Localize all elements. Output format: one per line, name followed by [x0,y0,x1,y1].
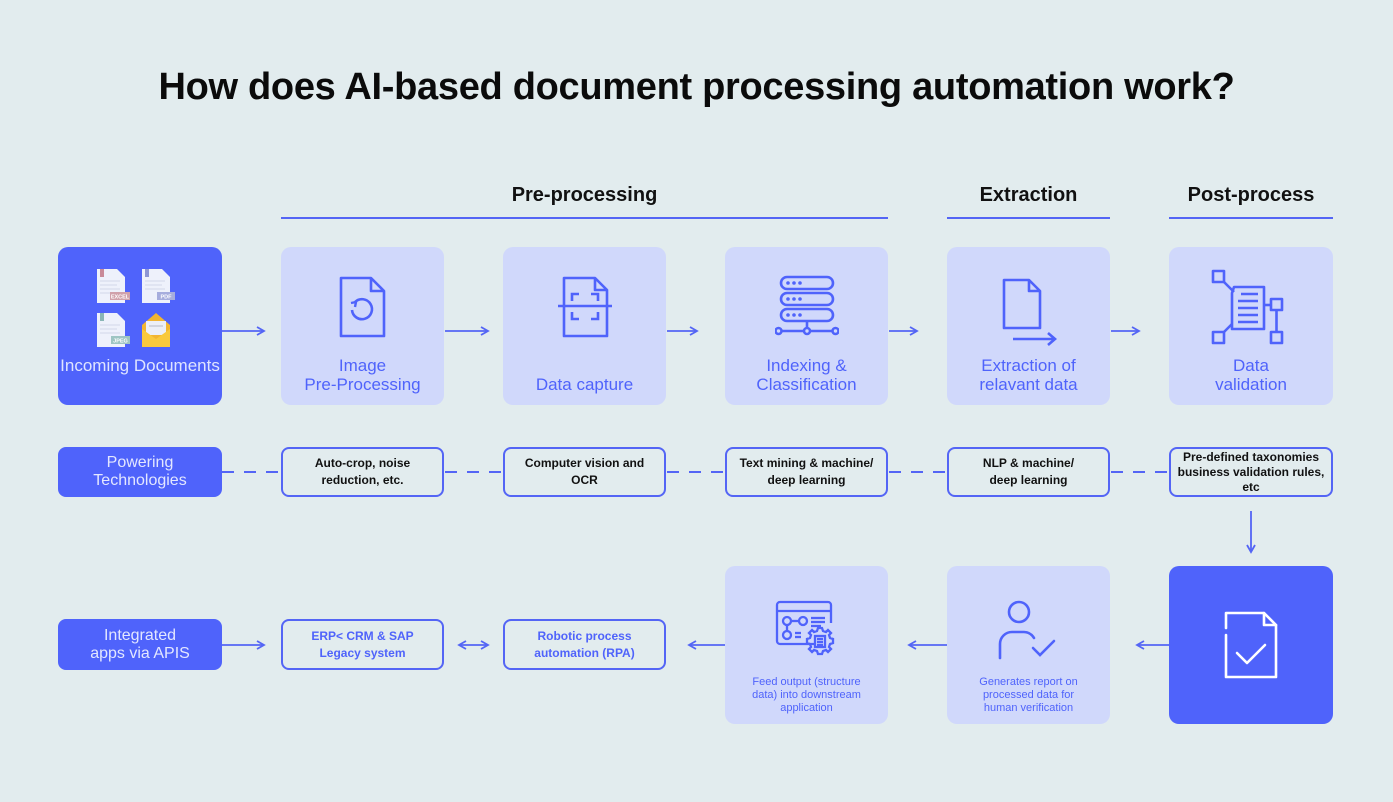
card-incoming-documents[interactable]: EXCEL PDF JPEG Incoming Documents [58,247,222,405]
extraction-label: Extraction of relavant data [979,356,1078,394]
tech-item-taxonomies: Pre-defined taxonomies business validatio… [1169,447,1333,497]
svg-text:EXCEL: EXCEL [111,295,130,301]
powering-technologies-label: Powering Technologies [58,447,222,497]
generates-report-label: Generates report on processed data for h… [979,676,1078,714]
data-capture-label: Data capture [535,375,634,394]
document-scan-icon [557,276,612,338]
user-check-icon [998,600,1055,660]
svg-text:JPEG: JPEG [113,339,128,345]
tech-item-auto-crop: Auto-crop, noise reduction, etc. [281,447,444,497]
image-pre-processing-label: Image Pre-Processing [304,356,421,394]
document-export-icon [1002,278,1057,346]
app-settings-icon [775,600,834,656]
indexing-classification-label: Indexing & Classification [756,356,857,394]
server-network-icon [774,275,839,336]
document-network-icon [1211,269,1284,345]
tech-item-nlp: NLP & machine/deep learning [947,447,1110,497]
card-generates-report[interactable]: Generates report on processed data for h… [947,566,1110,724]
card-data-capture[interactable]: Data capture [503,247,666,405]
data-validation-label: Data validation [1215,356,1287,394]
card-data-validation[interactable]: Data validation [1169,247,1333,405]
tech-item-text-mining: Text mining & machine/deep learning [725,447,888,497]
incoming-documents-label: Incoming Documents [60,356,220,375]
card-image-pre-processing[interactable]: Image Pre-Processing [281,247,444,405]
card-indexing-classification[interactable]: Indexing & Classification [725,247,888,405]
document-refresh-icon [339,276,385,338]
feed-output-label: Feed output (structure data) into downst… [752,676,861,714]
card-feed-output[interactable]: Feed output (structure data) into downst… [725,566,888,724]
card-extraction[interactable]: Extraction of relavant data [947,247,1110,405]
tech-item-computer-vision: Computer vision and OCR [503,447,666,497]
document-check-icon [1224,611,1278,679]
integrated-apps-label: Integrated apps via APIS [58,619,222,670]
system-rpa: Robotic process automation (RPA) [503,619,666,670]
card-validated-document[interactable] [1169,566,1333,724]
document-bundle-icon: EXCEL PDF JPEG [97,269,175,347]
svg-text:PDF: PDF [161,295,173,301]
system-erp-crm-sap: ERP< CRM & SAP Legacy system [281,619,444,670]
